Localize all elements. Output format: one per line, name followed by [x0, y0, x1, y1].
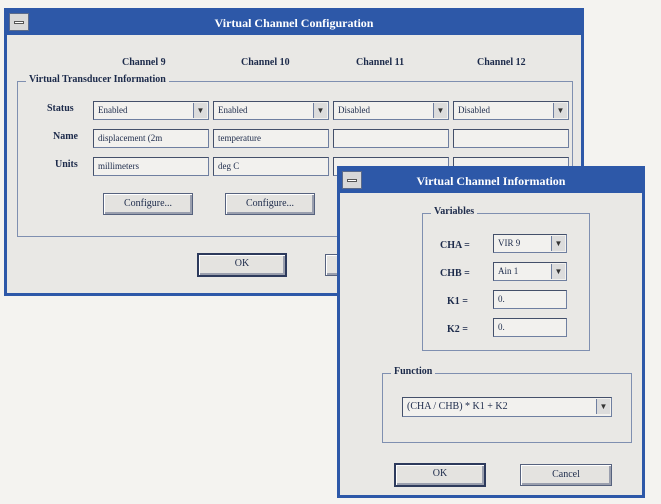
- units-field-ch9[interactable]: millimeters: [93, 157, 209, 176]
- config-titlebar[interactable]: Virtual Channel Configuration: [7, 11, 581, 35]
- status-label: Status: [47, 103, 74, 114]
- name-field-ch11[interactable]: [333, 129, 449, 148]
- name-label: Name: [53, 131, 78, 142]
- channel-header: Channel 9: [122, 57, 166, 68]
- cha-select[interactable]: VIR 9 ▼: [493, 234, 567, 253]
- units-field-ch10[interactable]: deg C: [213, 157, 329, 176]
- chb-select[interactable]: Ain 1 ▼: [493, 262, 567, 281]
- k1-label: K1 =: [447, 296, 468, 307]
- status-select-ch12[interactable]: Disabled ▼: [453, 101, 569, 120]
- config-title: Virtual Channel Configuration: [214, 16, 374, 30]
- chb-label: CHB =: [440, 268, 470, 279]
- status-select-ch9[interactable]: Enabled ▼: [93, 101, 209, 120]
- function-legend: Function: [391, 366, 436, 377]
- function-select[interactable]: (CHA / CHB) * K1 + K2 ▼: [402, 397, 612, 417]
- units-label: Units: [55, 159, 78, 170]
- info-titlebar[interactable]: Virtual Channel Information: [340, 169, 642, 193]
- channel-header: Channel 11: [356, 57, 405, 68]
- down-arrow-icon[interactable]: ▼: [551, 236, 565, 251]
- group-legend: Virtual Transducer Information: [26, 74, 169, 85]
- info-title: Virtual Channel Information: [416, 174, 566, 188]
- k1-field[interactable]: 0.: [493, 290, 567, 309]
- down-arrow-icon[interactable]: ▼: [433, 103, 447, 118]
- name-field-ch9[interactable]: displacement (2m: [93, 129, 209, 148]
- cancel-button[interactable]: Cancel: [520, 464, 612, 486]
- channel-header: Channel 10: [241, 57, 290, 68]
- name-field-ch12[interactable]: [453, 129, 569, 148]
- configure-button-ch9[interactable]: Configure...: [103, 193, 193, 215]
- ok-button[interactable]: OK: [394, 463, 486, 487]
- down-arrow-icon[interactable]: ▼: [193, 103, 207, 118]
- cha-label: CHA =: [440, 240, 470, 251]
- variables-legend: Variables: [431, 206, 478, 217]
- system-menu-icon[interactable]: [9, 13, 29, 31]
- configure-button-ch10[interactable]: Configure...: [225, 193, 315, 215]
- ok-button[interactable]: OK: [197, 253, 287, 277]
- k2-label: K2 =: [447, 324, 468, 335]
- status-select-ch10[interactable]: Enabled ▼: [213, 101, 329, 120]
- name-field-ch10[interactable]: temperature: [213, 129, 329, 148]
- down-arrow-icon[interactable]: ▼: [313, 103, 327, 118]
- info-dialog: Virtual Channel Information Variables CH…: [337, 166, 645, 498]
- k2-field[interactable]: 0.: [493, 318, 567, 337]
- system-menu-icon[interactable]: [342, 171, 362, 189]
- down-arrow-icon[interactable]: ▼: [553, 103, 567, 118]
- status-select-ch11[interactable]: Disabled ▼: [333, 101, 449, 120]
- down-arrow-icon[interactable]: ▼: [596, 399, 610, 414]
- channel-header: Channel 12: [477, 57, 526, 68]
- down-arrow-icon[interactable]: ▼: [551, 264, 565, 279]
